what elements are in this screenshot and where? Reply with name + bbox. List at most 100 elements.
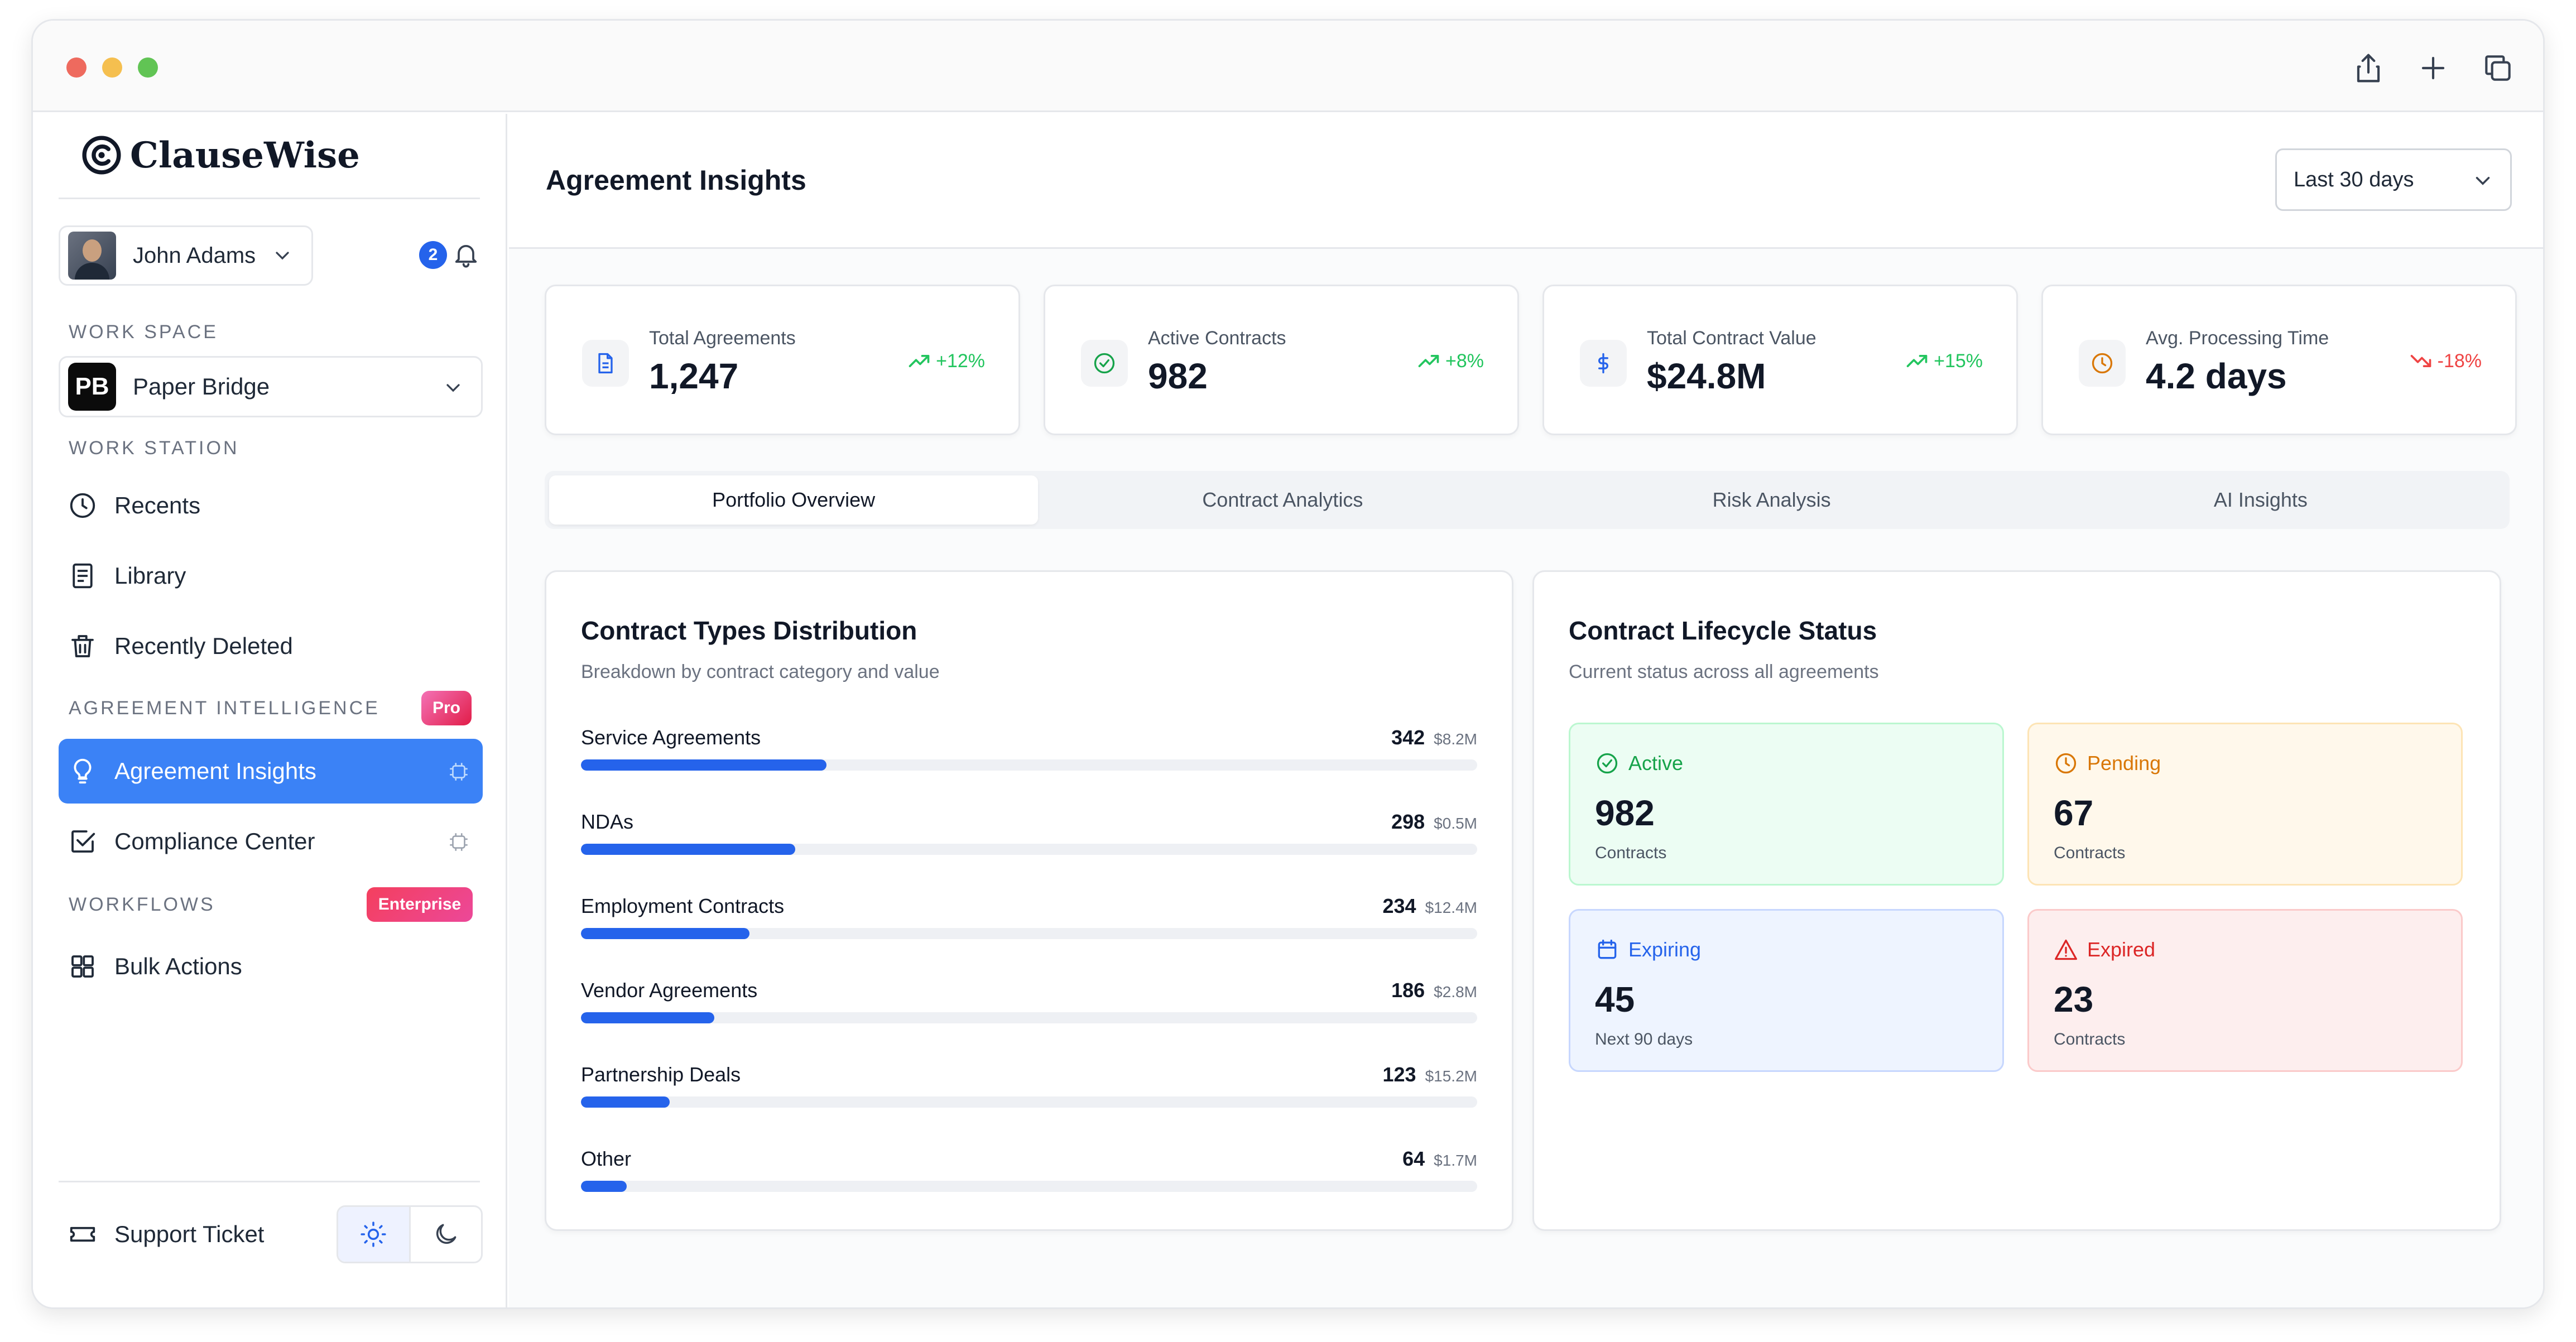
plus-icon[interactable] xyxy=(2416,51,2450,85)
app-window: ClauseWise John Adams 2 WORK SPACE PB Pa… xyxy=(31,19,2545,1309)
user-menu[interactable]: John Adams xyxy=(59,225,313,286)
status-caption: Contracts xyxy=(1595,844,1667,862)
workspace-select[interactable]: PB Paper Bridge xyxy=(59,356,483,417)
progress-fill xyxy=(581,1096,670,1108)
contract-type-count: 64 xyxy=(1402,1147,1425,1170)
check-circle-icon xyxy=(1597,753,1618,774)
sidebar-item-library[interactable]: Library xyxy=(59,543,483,608)
status-card-expired[interactable]: Expired 23 Contracts xyxy=(2027,909,2463,1072)
sidebar-item-bulk-actions[interactable]: Bulk Actions xyxy=(59,934,483,999)
progress-track xyxy=(581,1096,1477,1108)
status-caption: Next 90 days xyxy=(1595,1030,1693,1048)
tab-contract-analytics[interactable]: Contract Analytics xyxy=(1038,475,1527,525)
progress-fill xyxy=(581,759,827,771)
maximize-window-button[interactable] xyxy=(138,57,158,78)
tab-portfolio-overview[interactable]: Portfolio Overview xyxy=(549,475,1039,525)
distribution-row: Employment Contracts 234 $12.4M xyxy=(581,894,1477,956)
status-card-active[interactable]: Active 982 Contracts xyxy=(1569,723,2004,886)
clausewise-logo-icon xyxy=(82,136,121,175)
progress-fill xyxy=(581,1181,627,1192)
contract-type-name: Partnership Deals xyxy=(581,1063,741,1086)
trending-up-icon xyxy=(1906,355,1928,367)
status-label: Pending xyxy=(2087,752,2161,775)
workspace-logo: PB xyxy=(68,363,116,411)
status-caption: Contracts xyxy=(2054,844,2126,862)
sidebar-item-agreement-insights[interactable]: Agreement Insights xyxy=(59,739,483,804)
status-card-header: Active xyxy=(1595,751,1683,776)
distribution-row: NDAs 298 $0.5M xyxy=(581,810,1477,872)
stat-card-avg-processing-time: Avg. Processing Time 4.2 days -18% xyxy=(2041,285,2517,435)
stat-delta-value: -18% xyxy=(2437,350,2482,372)
bell-icon[interactable] xyxy=(451,240,480,269)
contract-type-count: 123 xyxy=(1382,1063,1416,1086)
stat-value: 1,247 xyxy=(649,356,739,396)
contract-type-stats: 298 $0.5M xyxy=(1391,810,1477,834)
progress-track xyxy=(581,1012,1477,1023)
main-content: Agreement Insights Last 30 days Total Ag… xyxy=(509,114,2543,1307)
workspace-section-label: WORK SPACE xyxy=(69,321,218,343)
minimize-window-button[interactable] xyxy=(102,57,122,78)
sidebar-item-compliance-center[interactable]: Compliance Center xyxy=(59,809,483,874)
status-caption: Contracts xyxy=(2054,1030,2126,1048)
panel-subtitle: Current status across all agreements xyxy=(1569,661,1879,682)
stat-card-total-contract-value: Total Contract Value $24.8M +15% xyxy=(1542,285,2018,435)
contract-types-panel: Contract Types Distribution Breakdown by… xyxy=(545,570,1513,1231)
light-mode-button[interactable] xyxy=(338,1207,411,1262)
contract-type-value: $15.2M xyxy=(1425,1067,1477,1085)
duplicate-icon[interactable] xyxy=(2481,51,2515,85)
close-window-button[interactable] xyxy=(66,57,86,78)
sidebar-item-label: Compliance Center xyxy=(114,828,315,854)
status-card-header: Expired xyxy=(2054,937,2155,962)
page-title: Agreement Insights xyxy=(546,165,806,196)
trending-up-icon xyxy=(1418,355,1439,367)
date-range-value: Last 30 days xyxy=(2294,167,2414,191)
share-icon[interactable] xyxy=(2351,51,2386,85)
lifecycle-status-panel: Contract Lifecycle Status Current status… xyxy=(1532,570,2501,1231)
sidebar-item-label: Bulk Actions xyxy=(114,953,242,979)
sidebar-item-label: Agreement Insights xyxy=(114,758,316,784)
support-ticket-label: Support Ticket xyxy=(114,1221,265,1247)
title-bar xyxy=(33,21,2543,112)
enterprise-badge: Enterprise xyxy=(367,887,473,922)
stat-label: Total Contract Value xyxy=(1647,328,1816,349)
stat-value: 982 xyxy=(1148,356,1208,396)
status-value: 45 xyxy=(1595,979,1635,1019)
contract-type-name: Vendor Agreements xyxy=(581,979,758,1002)
clock-icon xyxy=(2079,340,2126,387)
document-icon xyxy=(582,340,629,387)
notification-count-badge[interactable]: 2 xyxy=(419,241,447,269)
tab-ai-insights[interactable]: AI Insights xyxy=(2016,475,2505,525)
contract-type-value: $12.4M xyxy=(1425,899,1477,916)
status-label: Expired xyxy=(2087,938,2156,961)
status-card-header: Expiring xyxy=(1595,937,1701,962)
status-label: Active xyxy=(1628,752,1684,775)
chevron-down-icon xyxy=(446,384,460,392)
contract-type-count: 342 xyxy=(1391,726,1425,749)
sidebar-item-recents[interactable]: Recents xyxy=(59,473,483,538)
distribution-row: Service Agreements 342 $8.2M xyxy=(581,726,1477,787)
check-circle-icon xyxy=(1081,340,1128,387)
support-ticket-button[interactable]: Support Ticket xyxy=(59,1202,326,1267)
stat-label: Active Contracts xyxy=(1148,328,1286,349)
contract-type-value: $8.2M xyxy=(1434,730,1477,748)
distribution-row: Partnership Deals 123 $15.2M xyxy=(581,1063,1477,1124)
sidebar: ClauseWise John Adams 2 WORK SPACE PB Pa… xyxy=(33,114,507,1307)
contract-type-stats: 64 $1.7M xyxy=(1402,1147,1477,1171)
stat-value: 4.2 days xyxy=(2146,356,2287,396)
status-card-pending[interactable]: Pending 67 Contracts xyxy=(2027,723,2463,886)
contract-type-count: 298 xyxy=(1391,810,1425,833)
status-card-expiring[interactable]: Expiring 45 Next 90 days xyxy=(1569,909,2004,1072)
sidebar-item-label: Recents xyxy=(114,492,201,518)
dark-mode-button[interactable] xyxy=(411,1207,482,1262)
progress-fill xyxy=(581,928,749,939)
progress-track xyxy=(581,1181,1477,1192)
divider xyxy=(59,1181,480,1182)
date-range-select[interactable]: Last 30 days xyxy=(2275,148,2512,211)
lightbulb-icon xyxy=(74,758,92,784)
dollar-icon xyxy=(1580,340,1627,387)
tab-risk-analysis[interactable]: Risk Analysis xyxy=(1527,475,2016,525)
contract-type-stats: 123 $15.2M xyxy=(1383,1063,1477,1086)
clock-icon xyxy=(2055,753,2077,774)
sidebar-item-recently-deleted[interactable]: Recently Deleted xyxy=(59,614,483,679)
contract-type-value: $1.7M xyxy=(1434,1152,1477,1169)
